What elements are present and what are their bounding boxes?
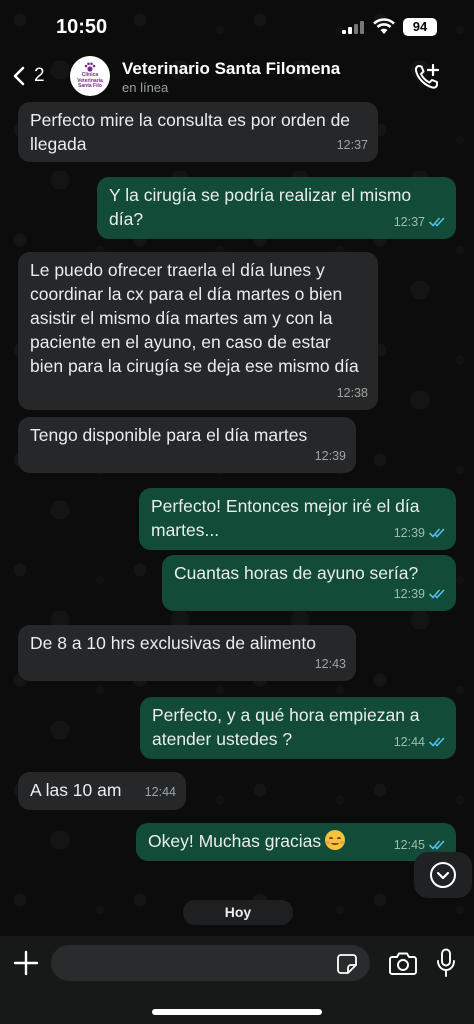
- message-meta: 12:39: [315, 444, 346, 468]
- message-meta: 12:39: [394, 521, 446, 545]
- camera-icon[interactable]: [389, 950, 417, 976]
- message-meta: 12:37: [337, 133, 368, 157]
- message-text-content: Okey! Muchas gracias: [148, 831, 322, 851]
- message-text: Tengo disponible para el día martes: [30, 425, 308, 445]
- read-ticks-icon: [429, 589, 445, 599]
- composer-bar: [0, 936, 474, 1024]
- message-time: 12:39: [393, 526, 425, 540]
- message-meta: 12:43: [315, 652, 346, 676]
- unread-chats-count: 2: [34, 65, 45, 86]
- message-time: 12:37: [393, 215, 425, 229]
- contact-status: en línea: [122, 80, 169, 95]
- wifi-icon: [373, 18, 395, 34]
- cellular-signal-icon: [342, 20, 366, 34]
- message-text: Perfecto mire la consulta es por orden d…: [30, 110, 351, 154]
- home-indicator: [152, 1009, 322, 1015]
- microphone-icon[interactable]: [436, 948, 456, 978]
- message-bubble-outgoing[interactable]: Perfecto! Entonces mejor iré el día mart…: [139, 488, 456, 550]
- message-text: De 8 a 10 hrs exclusivas de alimento: [30, 633, 316, 653]
- message-text: Le puedo ofrecer traerla el día lunes y …: [30, 260, 359, 376]
- status-bar: 10:50 94: [0, 0, 474, 52]
- message-bubble-outgoing[interactable]: Y la cirugía se podría realizar el mismo…: [97, 177, 456, 239]
- message-meta: 12:38: [337, 381, 368, 405]
- read-ticks-icon: [429, 528, 445, 538]
- scroll-to-bottom-button[interactable]: [414, 852, 472, 898]
- sticker-icon[interactable]: [336, 953, 358, 975]
- contact-avatar[interactable]: Clínica Veterinaria Santa Filo: [70, 56, 110, 96]
- message-bubble-incoming[interactable]: Perfecto mire la consulta es por orden d…: [18, 102, 378, 162]
- chevron-left-icon: [13, 66, 25, 86]
- message-time: 12:38: [336, 386, 368, 400]
- read-ticks-icon: [429, 840, 445, 850]
- message-bubble-incoming[interactable]: De 8 a 10 hrs exclusivas de alimento 12:…: [18, 625, 356, 681]
- message-bubble-incoming[interactable]: Tengo disponible para el día martes 12:3…: [18, 417, 356, 473]
- back-button[interactable]: 2: [12, 60, 45, 92]
- date-separator: Hoy: [183, 900, 293, 925]
- message-input[interactable]: [51, 945, 370, 981]
- chat-header: 2 Clínica Veterinaria Santa Filo Veterin…: [0, 52, 474, 100]
- message-time: 12:39: [393, 587, 425, 601]
- add-call-icon[interactable]: [412, 62, 442, 92]
- message-bubble-incoming[interactable]: Le puedo ofrecer traerla el día lunes y …: [18, 252, 378, 410]
- paw-icon: [84, 62, 96, 72]
- read-ticks-icon: [429, 217, 445, 227]
- plus-icon[interactable]: [13, 950, 39, 976]
- read-ticks-icon: [429, 737, 445, 747]
- message-meta: 12:44: [145, 780, 176, 804]
- smiling-face-icon: [325, 830, 346, 850]
- message-bubble-incoming[interactable]: A las 10 am 12:44: [18, 772, 186, 810]
- message-time: 12:44: [144, 785, 176, 799]
- avatar-logo-text-line: Santa Filo: [78, 83, 102, 90]
- chat-screen: 10:50 94 2 Clínica Veterinaria Santa Fil…: [0, 0, 474, 1024]
- message-meta: 12:37: [394, 210, 446, 234]
- message-bubble-outgoing[interactable]: Perfecto, y a qué hora empiezan a atende…: [140, 697, 456, 759]
- contact-name[interactable]: Veterinario Santa Filomena: [122, 59, 340, 79]
- message-time: 12:39: [314, 449, 346, 463]
- message-time: 12:37: [336, 138, 368, 152]
- status-time: 10:50: [56, 16, 108, 38]
- message-bubble-outgoing[interactable]: Okey! Muchas gracias 12:45: [136, 823, 456, 861]
- battery-icon: 94: [403, 18, 437, 36]
- message-meta: 12:39: [394, 582, 446, 606]
- message-time: 12:44: [393, 735, 425, 749]
- message-meta: 12:44: [394, 730, 446, 754]
- message-bubble-outgoing[interactable]: Cuantas horas de ayuno sería? 12:39: [162, 555, 456, 611]
- chevron-down-circle-icon: [430, 862, 456, 888]
- message-time: 12:43: [314, 657, 346, 671]
